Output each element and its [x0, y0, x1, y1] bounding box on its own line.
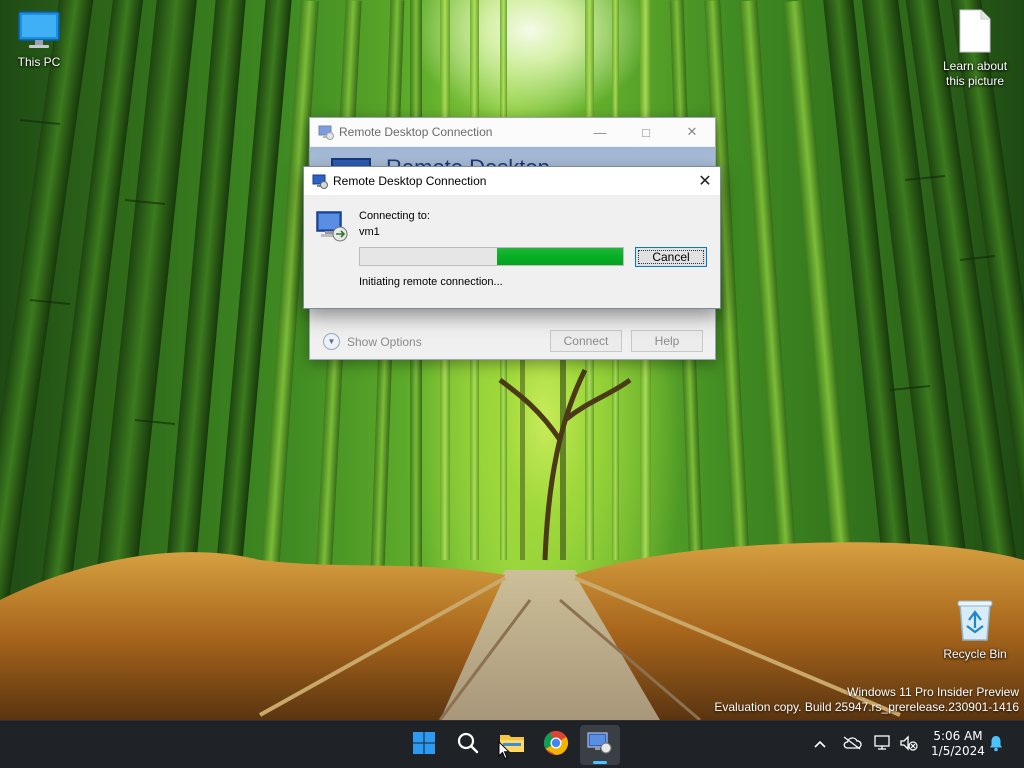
document-icon [935, 8, 1015, 57]
monitor-icon [0, 10, 79, 53]
rdc-main-title: Remote Desktop Connection [339, 125, 493, 139]
cancel-button[interactable]: Cancel [635, 247, 707, 267]
chevron-up-icon [813, 736, 827, 754]
watermark-build: Evaluation copy. Build 25947.rs_prerelea… [714, 700, 1019, 714]
tray-onedrive[interactable] [842, 735, 862, 755]
cloud-offline-icon [842, 735, 862, 755]
close-button[interactable]: ✕ [669, 118, 715, 146]
tray-volume[interactable] [899, 734, 919, 757]
desktop-icon-learn-about-picture[interactable]: Learn about this picture [935, 8, 1015, 89]
taskbar-chrome[interactable] [536, 725, 576, 765]
taskbar-search-button[interactable] [448, 725, 488, 765]
remote-desktop-icon [587, 731, 613, 760]
connect-button[interactable]: Connect [550, 330, 622, 352]
clock-date: 1/5/2024 [931, 744, 985, 758]
connecting-dialog-title: Remote Desktop Connection [333, 174, 487, 188]
chrome-icon [543, 730, 569, 761]
desktop-wallpaper [0, 0, 1024, 720]
remote-computer-icon [315, 209, 349, 248]
start-button[interactable] [404, 725, 444, 765]
show-options-label: Show Options [347, 334, 422, 349]
close-icon: ✕ [686, 124, 698, 139]
maximize-icon: □ [642, 124, 650, 140]
desktop-icon-label: Learn about this picture [942, 59, 1008, 88]
tray-overflow-button[interactable] [810, 735, 830, 755]
connecting-dialog: Remote Desktop Connection ✕ Connecting t… [303, 166, 721, 309]
chevron-down-icon: ▼ [323, 333, 340, 350]
progress-bar-fill [496, 248, 623, 265]
connecting-dialog-titlebar[interactable]: Remote Desktop Connection ✕ [304, 167, 720, 195]
remote-host-name: vm1 [359, 226, 380, 238]
remote-desktop-icon [312, 173, 328, 192]
desktop-icon-label: This PC [17, 55, 61, 69]
windows-watermark: Windows 11 Pro Insider Preview Evaluatio… [714, 685, 1019, 715]
connection-status-text: Initiating remote connection... [359, 276, 503, 288]
volume-muted-icon [899, 734, 919, 757]
help-button[interactable]: Help [631, 330, 703, 352]
maximize-button[interactable]: □ [623, 118, 669, 146]
bamboo-forest-illustration [0, 0, 1024, 720]
dialog-close-button[interactable]: ✕ [690, 167, 720, 195]
taskbar-remote-desktop[interactable] [580, 725, 620, 765]
mouse-pointer-icon [498, 740, 511, 764]
bell-icon [987, 734, 1005, 757]
remote-desktop-icon [318, 124, 334, 143]
network-disconnected-icon [873, 734, 893, 757]
show-options-toggle[interactable]: ▼ Show Options [323, 333, 422, 350]
close-icon: ✕ [698, 173, 712, 190]
connection-progress-bar [359, 247, 624, 266]
desktop-icon-label: Recycle Bin [943, 647, 1007, 661]
taskbar-clock[interactable]: 5:06 AM 1/5/2024 [928, 729, 988, 759]
minimize-icon: — [593, 124, 607, 140]
clock-time: 5:06 AM [933, 729, 983, 743]
rdc-main-footer: ▼ Show Options Connect Help [310, 323, 715, 359]
connecting-to-label: Connecting to: [359, 210, 430, 222]
tray-network[interactable] [873, 734, 893, 757]
taskbar [0, 720, 1024, 768]
active-app-indicator [593, 761, 607, 764]
rdc-main-titlebar[interactable]: Remote Desktop Connection — □ ✕ [310, 118, 715, 146]
notification-center-button[interactable] [986, 735, 1006, 755]
search-icon [456, 731, 480, 760]
desktop-icon-this-pc[interactable]: This PC [0, 10, 79, 70]
recycle-bin-icon [935, 598, 1015, 645]
watermark-edition: Windows 11 Pro Insider Preview [847, 685, 1019, 699]
minimize-button[interactable]: — [577, 118, 623, 146]
windows-logo-icon [412, 731, 436, 760]
desktop-icon-recycle-bin[interactable]: Recycle Bin [935, 598, 1015, 662]
